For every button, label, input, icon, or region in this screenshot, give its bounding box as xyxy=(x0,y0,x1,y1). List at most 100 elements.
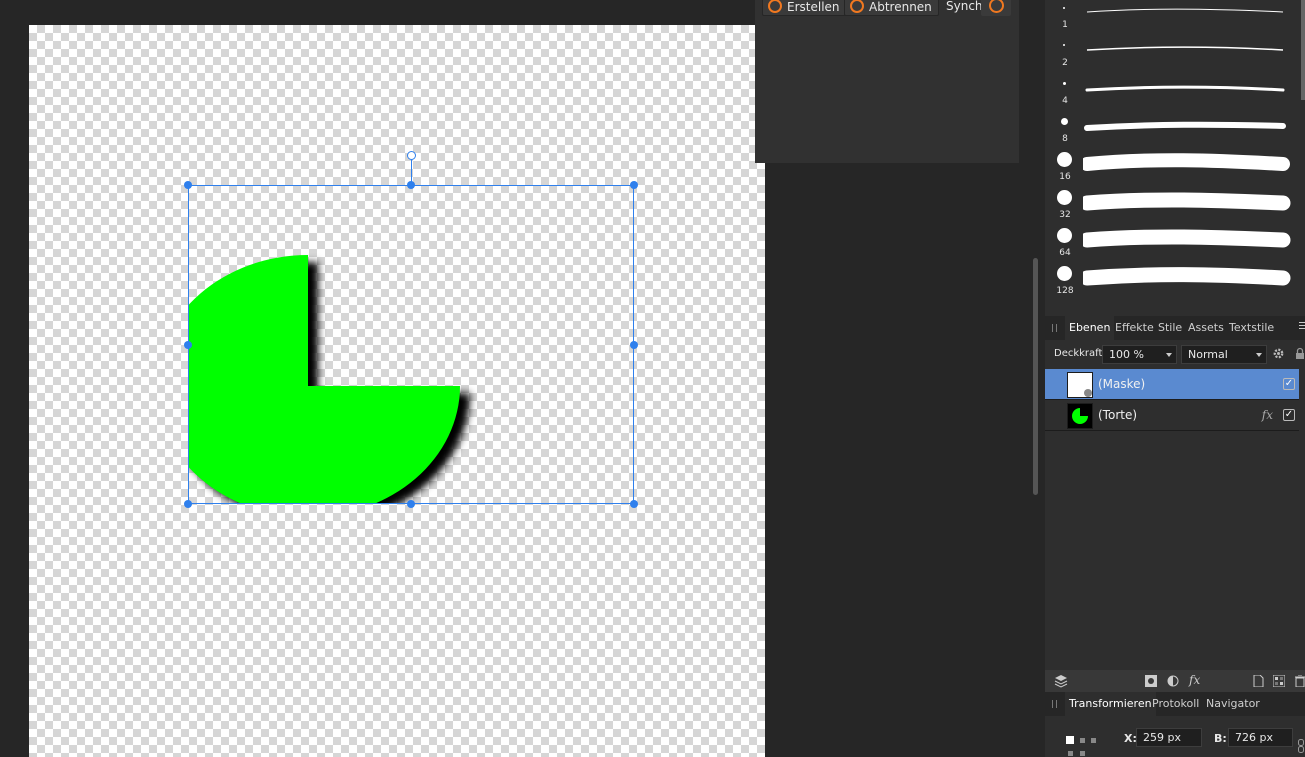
x-label: X: xyxy=(1124,732,1137,745)
width-input[interactable]: 726 px xyxy=(1228,728,1293,747)
blend-mode-select[interactable]: Normal xyxy=(1181,345,1267,364)
brush-stroke xyxy=(1083,267,1291,286)
handle-top-left[interactable] xyxy=(184,181,192,189)
lock-icon[interactable] xyxy=(1295,347,1305,360)
transform-panel: Transformieren Protokoll Navigator X: 25… xyxy=(1045,692,1305,757)
layer-thumbnail xyxy=(1067,403,1093,429)
brush-size-label: 16 xyxy=(1059,172,1071,182)
tab-textstile[interactable]: Textstile xyxy=(1229,316,1274,340)
sync-button[interactable] xyxy=(981,0,1011,16)
pie-thumbnail-icon xyxy=(1072,408,1088,424)
layer-name: (Maske) xyxy=(1098,377,1146,391)
handle-bottom-center[interactable] xyxy=(407,500,415,508)
brushes-scrollbar[interactable] xyxy=(1301,0,1305,100)
trash-icon[interactable] xyxy=(1294,675,1305,687)
layers-stack-icon[interactable] xyxy=(1053,673,1069,689)
affinity-icon xyxy=(850,0,864,13)
pixel-layer-icon[interactable] xyxy=(1273,675,1285,687)
chevron-down-icon xyxy=(1166,353,1172,357)
x-value: 259 px xyxy=(1143,731,1181,744)
tab-stile[interactable]: Stile xyxy=(1158,316,1182,340)
brush-item[interactable]: 32 xyxy=(1045,190,1305,228)
brush-stroke xyxy=(1086,8,1284,13)
panel-grip-icon[interactable] xyxy=(1052,700,1057,708)
affinity-icon xyxy=(768,0,782,13)
panel-menu-icon[interactable] xyxy=(1299,322,1305,332)
transform-tabbar: Transformieren Protokoll Navigator xyxy=(1045,692,1305,716)
visibility-checkbox[interactable]: ✓ xyxy=(1283,378,1295,390)
rotation-handle[interactable] xyxy=(407,151,416,160)
brush-size-label: 4 xyxy=(1062,96,1068,106)
handle-bottom-right[interactable] xyxy=(630,500,638,508)
visibility-checkbox[interactable]: ✓ xyxy=(1283,409,1295,421)
brush-dot xyxy=(1063,7,1065,9)
layer-thumbnail xyxy=(1067,372,1093,398)
tab-navigator[interactable]: Navigator xyxy=(1206,692,1260,716)
x-input[interactable]: 259 px xyxy=(1136,728,1202,747)
detach-label: Abtrennen xyxy=(869,0,932,14)
handle-top-center[interactable] xyxy=(407,181,415,189)
opacity-label: Deckkraft: xyxy=(1054,348,1106,359)
opacity-field[interactable]: 100 % xyxy=(1102,345,1177,364)
brush-size-label: 32 xyxy=(1059,210,1071,220)
layer-row-maske[interactable]: (Maske) ✓ xyxy=(1045,369,1299,400)
panel-scrollbar[interactable] xyxy=(1033,258,1038,495)
tab-protokoll[interactable]: Protokoll xyxy=(1152,692,1199,716)
brush-item[interactable]: 2 xyxy=(1045,38,1305,76)
brush-stroke xyxy=(1086,46,1284,51)
brush-dot xyxy=(1061,118,1068,125)
brush-stroke xyxy=(1083,192,1291,211)
brush-item[interactable]: 8 xyxy=(1045,114,1305,152)
create-button[interactable]: Erstellen xyxy=(762,0,847,16)
brush-size-label: 1 xyxy=(1062,20,1068,30)
handle-middle-left[interactable] xyxy=(184,341,192,349)
mask-icon xyxy=(1084,389,1092,397)
handle-bottom-left[interactable] xyxy=(184,500,192,508)
tab-assets[interactable]: Assets xyxy=(1188,316,1224,340)
opacity-row: Deckkraft: 100 % Normal xyxy=(1045,342,1305,366)
new-layer-icon[interactable] xyxy=(1252,675,1264,687)
studio-link-popover: Erstellen Abtrennen Synch: xyxy=(755,0,1019,163)
brush-item[interactable]: 16 xyxy=(1045,152,1305,190)
brush-size-label: 128 xyxy=(1056,286,1074,296)
brush-dot xyxy=(1057,152,1072,167)
w-value: 726 px xyxy=(1235,731,1273,744)
detach-button[interactable]: Abtrennen xyxy=(844,0,939,16)
brush-dot xyxy=(1057,228,1072,243)
tab-ebenen[interactable]: Ebenen xyxy=(1065,316,1115,340)
layers-panel: Ebenen Effekte Stile Assets Textstile De… xyxy=(1045,316,1305,670)
tab-transformieren[interactable]: Transformieren xyxy=(1065,692,1156,716)
tab-effekte[interactable]: Effekte xyxy=(1115,316,1154,340)
layers-toolbar: fx xyxy=(1045,670,1305,692)
selection-bounding-box[interactable] xyxy=(188,185,634,504)
handle-middle-right[interactable] xyxy=(630,341,638,349)
panel-grip-icon[interactable] xyxy=(1052,324,1057,332)
brush-stroke xyxy=(1084,121,1286,131)
create-label: Erstellen xyxy=(787,0,840,14)
link-icon[interactable] xyxy=(1298,739,1304,753)
adjustment-icon[interactable] xyxy=(1167,675,1179,687)
opacity-value: 100 % xyxy=(1109,348,1144,361)
brush-item[interactable]: 1 xyxy=(1045,0,1305,38)
brush-dot xyxy=(1057,190,1072,205)
brush-size-label: 64 xyxy=(1059,248,1071,258)
layer-row-torte[interactable]: (Torte) fx ✓ xyxy=(1045,400,1299,431)
w-label: B: xyxy=(1214,732,1227,745)
fx-icon[interactable]: fx xyxy=(1189,673,1200,687)
brush-stroke xyxy=(1085,85,1285,92)
brush-stroke xyxy=(1083,153,1290,171)
layers-tabbar: Ebenen Effekte Stile Assets Textstile xyxy=(1045,316,1305,340)
add-mask-icon[interactable] xyxy=(1145,675,1157,687)
sync-icon xyxy=(989,0,1004,13)
brush-dot xyxy=(1063,44,1065,46)
fx-icon[interactable]: fx xyxy=(1262,408,1273,422)
brush-item[interactable]: 64 xyxy=(1045,228,1305,266)
anchor-grid-icon[interactable] xyxy=(1066,736,1102,757)
handle-top-right[interactable] xyxy=(630,181,638,189)
brush-dot xyxy=(1063,82,1066,85)
gear-icon[interactable] xyxy=(1272,347,1285,360)
brush-dot xyxy=(1057,266,1072,281)
brush-size-label: 8 xyxy=(1062,134,1068,144)
brush-item[interactable]: 4 xyxy=(1045,76,1305,114)
brush-item[interactable]: 128 xyxy=(1045,266,1305,304)
